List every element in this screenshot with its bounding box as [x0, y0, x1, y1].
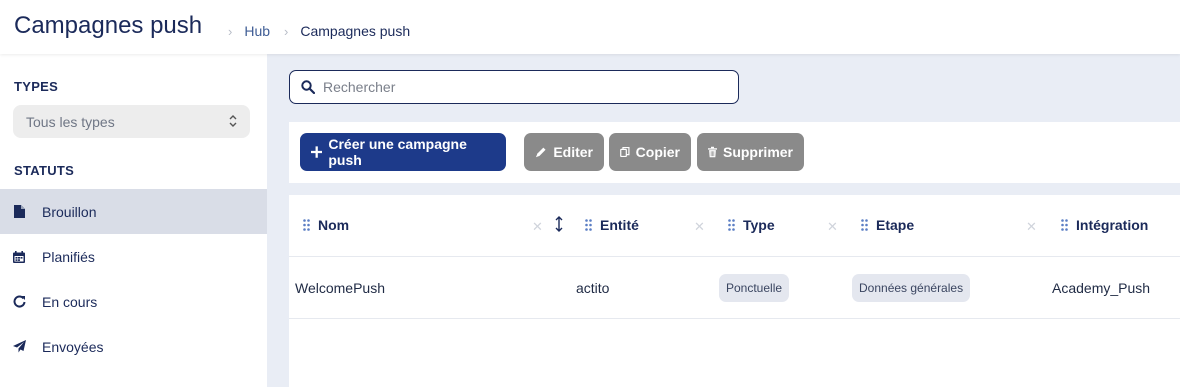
column-label: Type [743, 217, 775, 233]
breadcrumb-current: Campagnes push [300, 23, 411, 39]
status-label: Planifiés [42, 248, 95, 265]
delete-button-label: Supprimer [722, 144, 793, 160]
status-item-planifies[interactable]: Planifiés [0, 234, 267, 279]
etape-badge: Données générales [852, 274, 971, 302]
cell-nom: WelcomePush [295, 280, 386, 296]
refresh-icon [12, 295, 26, 309]
drag-handle-icon[interactable] [585, 219, 592, 231]
types-select-value: Tous les types [26, 114, 115, 130]
breadcrumb: › Hub › Campagnes push [228, 23, 410, 39]
create-push-campaign-button[interactable]: Créer une campagne push [300, 133, 506, 171]
clear-filter-icon[interactable]: ✕ [532, 219, 543, 235]
table-row[interactable]: WelcomePush actito Ponctuelle Données gé… [289, 257, 1180, 319]
pencil-icon [535, 147, 546, 158]
copy-button[interactable]: Copier [609, 133, 691, 171]
page-header: Campagnes push › Hub › Campagnes push [0, 0, 1180, 54]
search-box[interactable] [289, 70, 739, 104]
breadcrumb-hub[interactable]: Hub [244, 23, 270, 39]
column-header-type[interactable]: Type [728, 217, 775, 233]
chevron-right-icon: › [228, 23, 233, 39]
type-badge: Ponctuelle [719, 274, 790, 302]
toolbar: Créer une campagne push Editer Copier Su… [289, 122, 1180, 183]
drag-handle-icon[interactable] [1061, 219, 1068, 231]
edit-button-label: Editer [553, 144, 593, 160]
page-title: Campagnes push [14, 12, 203, 39]
clear-filter-icon[interactable]: ✕ [827, 219, 838, 235]
column-header-etape[interactable]: Etape [861, 217, 914, 233]
sidebar: TYPES Tous les types STATUTS Brouillon P… [0, 54, 267, 387]
column-label: Etape [876, 217, 915, 233]
main-content: Créer une campagne push Editer Copier Su… [267, 54, 1180, 387]
drag-handle-icon[interactable] [861, 219, 868, 231]
plus-icon [311, 146, 323, 158]
create-button-label: Créer une campagne push [328, 136, 467, 168]
status-item-brouillon[interactable]: Brouillon [0, 189, 267, 234]
status-label: Envoyées [42, 338, 104, 355]
table-header: Nom ✕ Entité ✕ Type ✕ Etape ✕ Intégratio… [289, 195, 1180, 257]
select-arrows-icon [229, 115, 237, 127]
send-icon [12, 340, 26, 354]
delete-button[interactable]: Supprimer [697, 133, 804, 171]
status-item-envoyees[interactable]: Envoyées [0, 324, 267, 369]
column-header-nom[interactable]: Nom [303, 217, 349, 233]
clear-filter-icon[interactable]: ✕ [1026, 219, 1037, 235]
file-icon [12, 205, 26, 219]
column-label: Nom [318, 217, 350, 233]
calendar-icon [12, 250, 26, 264]
column-header-integration[interactable]: Intégration [1061, 217, 1148, 233]
column-label: Intégration [1076, 217, 1149, 233]
search-input[interactable] [323, 79, 723, 95]
column-header-entite[interactable]: Entité [585, 217, 639, 233]
cell-entite: actito [576, 280, 610, 296]
types-title: TYPES [14, 79, 59, 94]
search-icon [301, 80, 315, 94]
column-label: Entité [600, 217, 639, 233]
types-select[interactable]: Tous les types [13, 105, 250, 138]
campaigns-table: Nom ✕ Entité ✕ Type ✕ Etape ✕ Intégratio… [289, 195, 1180, 387]
clear-filter-icon[interactable]: ✕ [694, 219, 705, 235]
status-item-en-cours[interactable]: En cours [0, 279, 267, 324]
trash-icon [708, 146, 717, 158]
copy-button-label: Copier [635, 144, 680, 160]
sort-icon[interactable] [554, 216, 564, 232]
drag-handle-icon[interactable] [728, 219, 735, 231]
chevron-right-icon: › [284, 23, 289, 39]
status-label: En cours [42, 293, 98, 310]
status-label: Brouillon [42, 203, 97, 220]
drag-handle-icon[interactable] [303, 219, 310, 231]
edit-button[interactable]: Editer [524, 133, 604, 171]
statuts-title: STATUTS [14, 163, 75, 178]
cell-integration: Academy_Push [1052, 280, 1151, 296]
copy-icon [620, 146, 630, 158]
